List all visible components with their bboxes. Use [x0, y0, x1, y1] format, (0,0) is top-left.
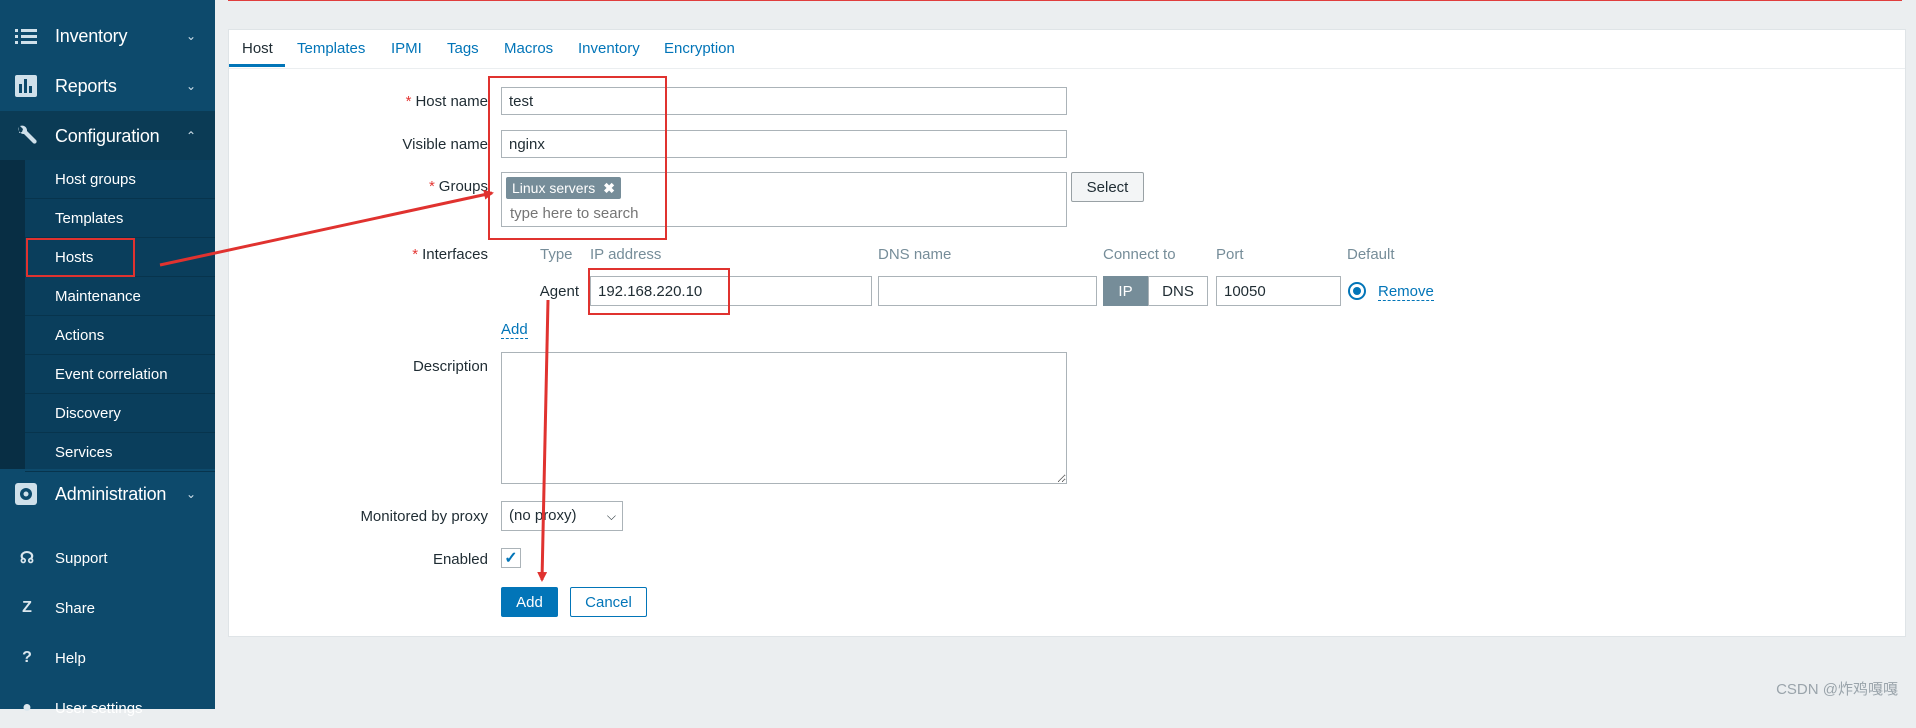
iface-type-agent: Agent [539, 283, 579, 300]
sidebar-item-event-correlation[interactable]: Event correlation [25, 355, 215, 394]
iface-ip-input[interactable] [590, 276, 872, 306]
menu-administration-label: Administration [55, 483, 167, 504]
visible-name-label: Visible name [402, 136, 488, 153]
list-icon [13, 24, 39, 48]
sidebar-item-label: Discovery [55, 404, 121, 422]
tab-bar: Host Templates IPMI Tags Macros Inventor… [229, 30, 1905, 69]
add-button[interactable]: Add [501, 587, 558, 617]
cancel-button[interactable]: Cancel [570, 587, 647, 617]
groups-multiselect[interactable]: Linux servers ✖ [501, 172, 1067, 227]
add-interface-link[interactable]: Add [501, 322, 528, 339]
user-icon: ● [22, 699, 32, 716]
tab-host[interactable]: Host [242, 40, 273, 57]
sidebar-help-label: Help [55, 649, 86, 667]
menu-reports[interactable]: Reports ⌄ [0, 61, 215, 111]
headset-icon: ☊ [19, 550, 35, 567]
chevron-down-icon: ⌄ [186, 487, 197, 501]
sidebar-item-label: Host groups [55, 170, 136, 188]
menu-configuration[interactable]: Configuration ⌃ [0, 111, 215, 161]
sidebar-item-label: Actions [55, 326, 105, 344]
default-interface-radio[interactable] [1348, 282, 1366, 300]
tab-inventory[interactable]: Inventory [578, 40, 640, 57]
tab-encryption[interactable]: Encryption [664, 40, 735, 57]
iface-header-dns: DNS name [878, 246, 952, 263]
sidebar-item-hosts[interactable]: Hosts [25, 238, 215, 277]
chevron-down-icon: ⌵ [606, 509, 616, 523]
sidebar-item-templates[interactable]: Templates [25, 199, 215, 238]
watermark: CSDN @炸鸡嘎嘎 [1776, 681, 1898, 698]
iface-header-default: Default [1347, 246, 1395, 263]
proxy-select[interactable]: (no proxy) ⌵ [501, 501, 623, 531]
help-icon: ? [22, 649, 32, 666]
sidebar-item-services[interactable]: Services [25, 433, 215, 472]
sidebar-item-actions[interactable]: Actions [25, 316, 215, 355]
sidebar: Inventory ⌄ Reports ⌄ Configuration ⌃ Ho… [0, 0, 215, 717]
groups-label-text: Groups [438, 178, 488, 195]
sidebar-support[interactable]: ☊ Support [0, 538, 215, 578]
sidebar-item-discovery[interactable]: Discovery [25, 394, 215, 433]
enabled-checkbox[interactable]: ✓ [501, 548, 521, 568]
groups-search-input[interactable] [508, 202, 812, 224]
sidebar-support-label: Support [55, 549, 108, 567]
description-textarea[interactable] [501, 352, 1067, 484]
proxy-label: Monitored by proxy [360, 508, 488, 525]
enabled-label: Enabled [432, 551, 488, 568]
connect-ip-toggle[interactable]: IP [1103, 276, 1148, 306]
bar-chart-icon [13, 74, 39, 98]
sidebar-item-maintenance[interactable]: Maintenance [25, 277, 215, 316]
menu-configuration-label: Configuration [55, 125, 160, 146]
sidebar-item-host-groups[interactable]: Host groups [25, 160, 215, 199]
menu-reports-label: Reports [55, 75, 117, 96]
chevron-down-icon: ⌄ [186, 79, 197, 93]
error-strip [228, 0, 1902, 3]
remove-interface-link[interactable]: Remove [1378, 284, 1434, 301]
sidebar-share-label: Share [55, 599, 96, 617]
visible-name-input[interactable] [501, 130, 1067, 158]
description-label: Description [412, 358, 488, 375]
menu-inventory-label: Inventory [55, 25, 128, 46]
interfaces-label-text: Interfaces [422, 246, 488, 263]
sidebar-share[interactable]: Z Share [0, 588, 215, 628]
chevron-down-icon: ⌄ [186, 29, 197, 43]
iface-header-port: Port [1216, 246, 1244, 263]
groups-label: * Groups [428, 178, 488, 195]
iface-header-type: Type [540, 246, 573, 263]
tab-macros[interactable]: Macros [504, 40, 553, 57]
connect-dns-toggle[interactable]: DNS [1148, 276, 1208, 306]
iface-header-connect: Connect to [1103, 246, 1176, 263]
configuration-submenu: Host groups Templates Hosts Maintenance … [0, 160, 215, 472]
proxy-select-value: (no proxy) [509, 507, 577, 524]
group-chip-label: Linux servers [512, 180, 596, 196]
host-name-label-text: Host name [415, 93, 488, 110]
sidebar-help[interactable]: ? Help [0, 638, 215, 678]
share-icon: Z [22, 599, 32, 616]
menu-administration[interactable]: Administration ⌄ [0, 469, 215, 519]
group-chip: Linux servers ✖ [506, 177, 621, 199]
tab-templates[interactable]: Templates [297, 40, 365, 57]
sidebar-item-label: Services [55, 443, 113, 461]
tab-ipmi[interactable]: IPMI [391, 40, 422, 57]
chevron-up-icon: ⌃ [186, 129, 197, 143]
interfaces-label: * Interfaces [412, 246, 488, 263]
active-tab-indicator [229, 64, 285, 67]
iface-port-input[interactable] [1216, 276, 1341, 306]
sidebar-user-settings-label: User settings [55, 699, 143, 717]
iface-dns-input[interactable] [878, 276, 1097, 306]
menu-inventory[interactable]: Inventory ⌄ [0, 11, 215, 61]
submenu-rail [0, 160, 25, 469]
sidebar-item-label: Maintenance [55, 287, 141, 305]
sidebar-item-label: Event correlation [55, 365, 168, 383]
tab-tags[interactable]: Tags [447, 40, 479, 57]
select-groups-button[interactable]: Select [1071, 172, 1144, 202]
host-name-label: * Host name [405, 93, 488, 110]
host-form-panel: Host Templates IPMI Tags Macros Inventor… [228, 29, 1906, 637]
iface-header-ip: IP address [590, 246, 662, 263]
sidebar-item-label: Templates [55, 209, 124, 227]
host-name-input[interactable] [501, 87, 1067, 115]
remove-chip-icon[interactable]: ✖ [603, 175, 615, 201]
sidebar-user-settings[interactable]: ● User settings [0, 688, 215, 728]
wrench-icon [13, 124, 39, 148]
sidebar-item-label: Hosts [55, 248, 94, 266]
gear-icon [13, 482, 39, 506]
